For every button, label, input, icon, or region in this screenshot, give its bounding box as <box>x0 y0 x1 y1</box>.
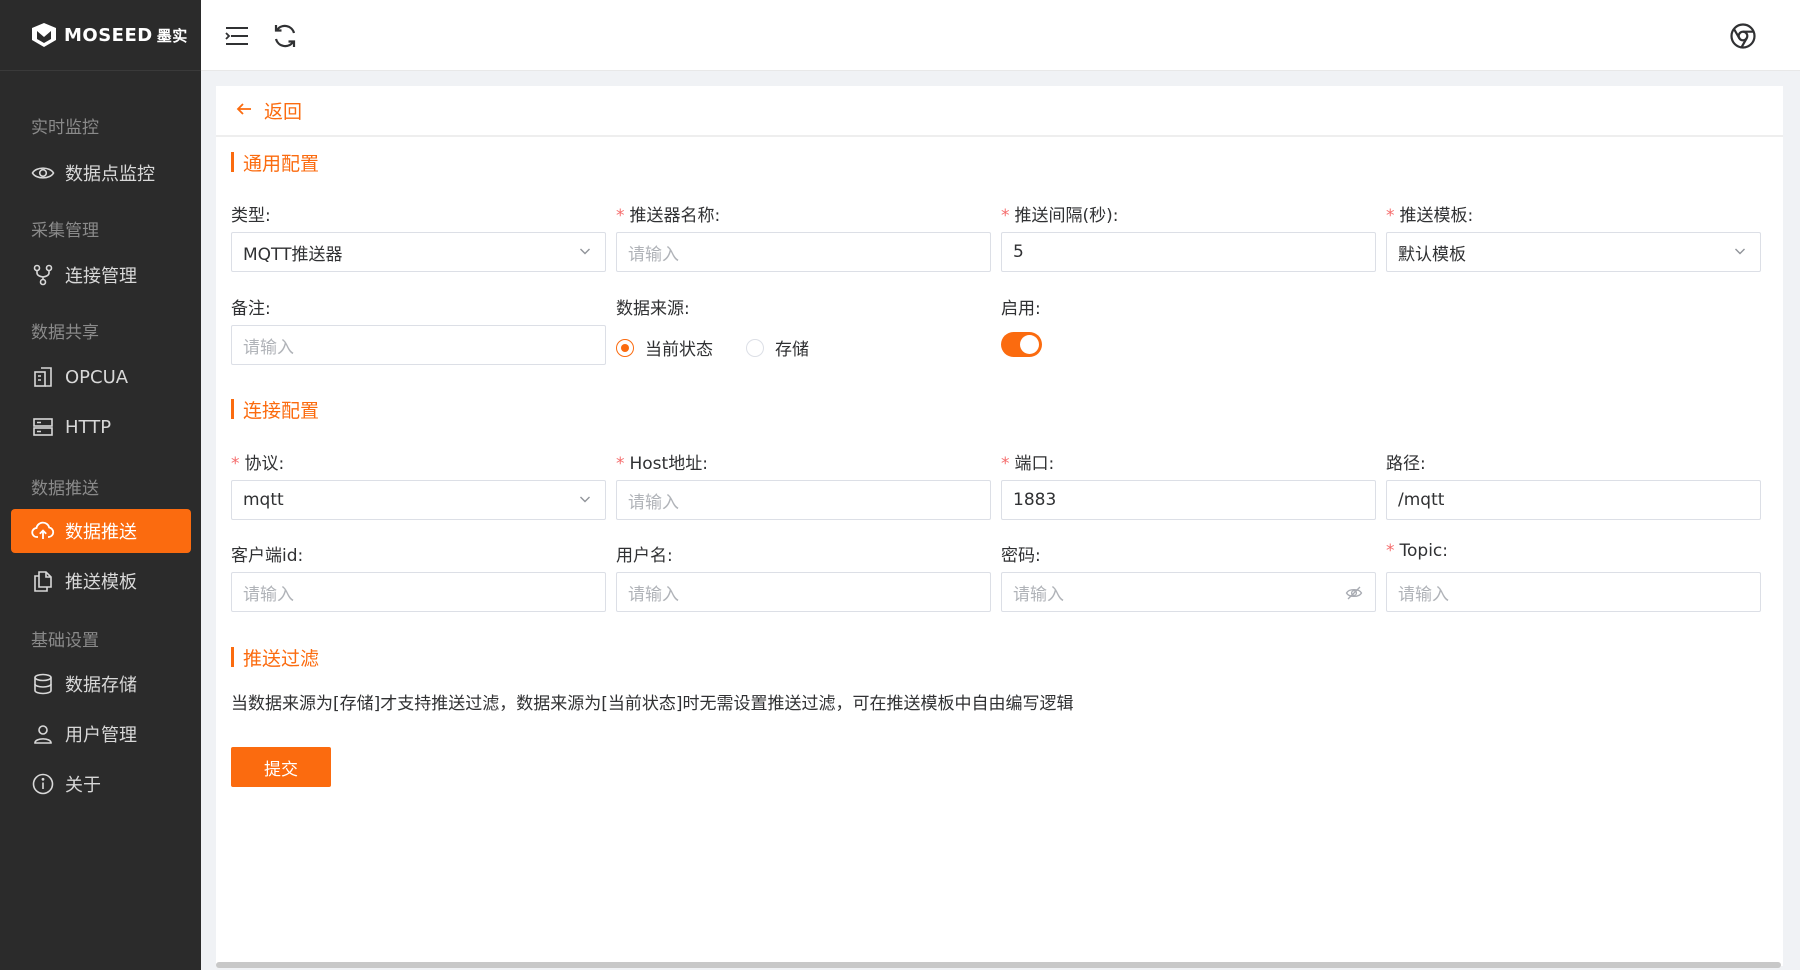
sidebar-item-about[interactable]: 关于 <box>11 762 191 806</box>
radio-unselected-icon <box>746 338 764 357</box>
sidebar-item-opcua[interactable]: OPCUA <box>11 355 191 399</box>
back-label: 返回 <box>264 101 303 123</box>
user-icon <box>31 722 55 746</box>
arrow-left-icon <box>236 100 252 121</box>
building-icon <box>31 365 55 389</box>
sidebar-item-label: 数据点监控 <box>65 164 155 185</box>
sidebar-item-label: OPCUA <box>65 366 129 388</box>
menu-fold-icon[interactable] <box>223 22 251 50</box>
port-input[interactable]: 1883 <box>1001 480 1376 520</box>
sidebar-item-datapoint-monitor[interactable]: 数据点监控 <box>11 151 191 195</box>
nav-group-settings: 基础设置 <box>31 631 99 651</box>
path-input[interactable]: /mqtt <box>1386 480 1761 520</box>
type-label: 类型: <box>231 206 271 226</box>
topic-input[interactable]: 请输入 <box>1386 572 1761 612</box>
topic-label: * Topic: <box>1386 541 1448 561</box>
sidebar-item-data-storage[interactable]: 数据存储 <box>11 662 191 706</box>
interval-input[interactable]: 5 <box>1001 232 1376 272</box>
horizontal-scrollbar[interactable] <box>216 962 1781 968</box>
nav-group-monitor: 实时监控 <box>31 118 99 138</box>
source-label: 数据来源: <box>616 299 690 319</box>
template-select[interactable]: 默认模板 <box>1386 232 1761 272</box>
nav-group-share: 数据共享 <box>31 323 99 343</box>
password-input[interactable]: 请输入 <box>1001 572 1376 612</box>
brand-name-cn: 墨实 <box>156 26 188 45</box>
type-select[interactable]: MQTT推送器 <box>231 232 606 272</box>
template-label: * 推送模板: <box>1386 206 1474 226</box>
section-title-general: 通用配置 <box>231 151 319 175</box>
name-label: * 推送器名称: <box>616 206 721 226</box>
chrome-icon[interactable] <box>1729 22 1757 50</box>
sidebar-item-label: 推送模板 <box>65 572 137 593</box>
sidebar-item-label: 连接管理 <box>65 266 137 287</box>
sidebar-item-user-management[interactable]: 用户管理 <box>11 712 191 756</box>
info-icon <box>31 772 55 796</box>
path-label: 路径: <box>1386 454 1426 474</box>
port-label: * 端口: <box>1001 454 1055 474</box>
sidebar: MOSEED 墨实 实时监控 数据点监控 采集管理 连接管理 数据共享 OPCUA <box>0 0 201 970</box>
password-label: 密码: <box>1001 546 1041 566</box>
username-input[interactable]: 请输入 <box>616 572 991 612</box>
top-bar <box>201 0 1800 71</box>
server-icon <box>31 415 55 439</box>
sidebar-item-label: 关于 <box>65 775 101 796</box>
sidebar-item-label: 数据推送 <box>65 522 137 543</box>
client-id-input[interactable]: 请输入 <box>231 572 606 612</box>
copy-icon <box>31 569 55 593</box>
filter-note: 当数据来源为[存储]才支持推送过滤，数据来源为[当前状态]时无需设置推送过滤，可… <box>231 694 1074 714</box>
database-icon <box>31 672 55 696</box>
radio-selected-icon <box>616 338 634 357</box>
submit-button[interactable]: 提交 <box>231 747 331 787</box>
enabled-toggle[interactable] <box>1001 332 1042 357</box>
nav-group-push: 数据推送 <box>31 479 99 499</box>
back-button[interactable]: 返回 <box>216 86 1783 137</box>
toggle-knob <box>1020 335 1039 354</box>
refresh-icon[interactable] <box>271 22 299 50</box>
nav-group-collect: 采集管理 <box>31 221 99 241</box>
eye-icon <box>31 161 55 185</box>
chevron-down-icon <box>580 248 590 255</box>
brand-mark-icon <box>32 23 56 47</box>
protocol-label: * 协议: <box>231 454 285 474</box>
chevron-down-icon <box>1735 248 1745 255</box>
username-label: 用户名: <box>616 546 673 566</box>
section-title-filter: 推送过滤 <box>231 646 319 670</box>
sidebar-item-label: 用户管理 <box>65 725 137 746</box>
host-label: * Host地址: <box>616 454 708 474</box>
brand-logo[interactable]: MOSEED 墨实 <box>0 0 201 71</box>
form-card: 返回 通用配置 类型: MQTT推送器 * 推送器名称: 请输入 * 推送间隔(秒)… <box>216 86 1783 966</box>
client-id-label: 客户端id: <box>231 546 304 566</box>
interval-label: * 推送间隔(秒): <box>1001 206 1119 226</box>
remark-input[interactable]: 请输入 <box>231 325 606 365</box>
enabled-label: 启用: <box>1001 299 1041 319</box>
sidebar-item-label: HTTP <box>65 416 112 438</box>
sidebar-item-connection[interactable]: 连接管理 <box>11 253 191 297</box>
sidebar-item-label: 数据存储 <box>65 675 137 696</box>
source-radio-storage[interactable]: 存储 <box>746 335 809 360</box>
cloud-upload-icon <box>31 519 55 543</box>
remark-label: 备注: <box>231 299 271 319</box>
sidebar-item-push-template[interactable]: 推送模板 <box>11 559 191 603</box>
branch-icon <box>31 263 55 287</box>
chevron-down-icon <box>580 496 590 503</box>
host-input[interactable]: 请输入 <box>616 480 991 520</box>
source-radio-current[interactable]: 当前状态 <box>616 335 713 360</box>
eye-hidden-icon[interactable] <box>1345 584 1363 602</box>
brand-name: MOSEED <box>64 24 153 46</box>
sidebar-item-data-push[interactable]: 数据推送 <box>11 509 191 553</box>
protocol-select[interactable]: mqtt <box>231 480 606 520</box>
sidebar-item-http[interactable]: HTTP <box>11 405 191 449</box>
name-input[interactable]: 请输入 <box>616 232 991 272</box>
section-title-connection: 连接配置 <box>231 398 319 422</box>
